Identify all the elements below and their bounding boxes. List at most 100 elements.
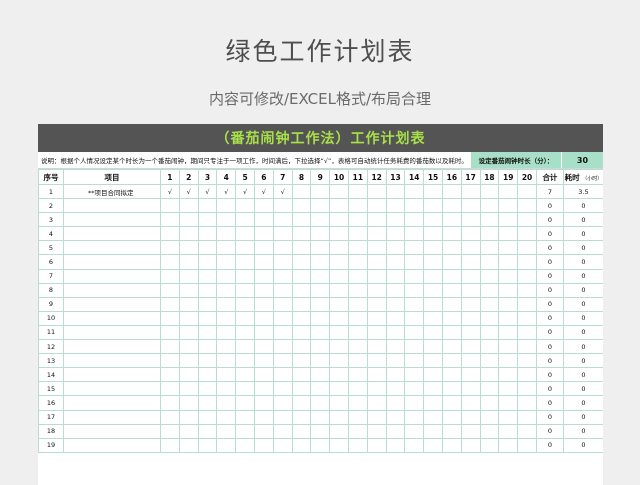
slot-cell[interactable] [272, 268, 293, 284]
slot-cell[interactable] [291, 409, 312, 425]
slot-cell[interactable] [517, 254, 537, 270]
slot-cell[interactable] [291, 437, 312, 453]
slot-cell[interactable] [253, 254, 274, 270]
slot-cell[interactable] [498, 409, 519, 425]
slot-cell[interactable] [517, 183, 537, 200]
slot-cell[interactable] [178, 240, 199, 256]
slot-cell[interactable] [423, 367, 443, 383]
slot-cell[interactable] [197, 437, 218, 453]
row-item-cell[interactable] [63, 409, 161, 425]
slot-cell[interactable] [160, 198, 180, 214]
slot-cell[interactable] [291, 395, 312, 411]
slot-cell[interactable] [347, 268, 368, 284]
slot-cell[interactable] [460, 282, 481, 298]
slot-cell[interactable] [272, 367, 293, 383]
slot-cell[interactable] [441, 254, 462, 270]
slot-cell[interactable] [404, 212, 425, 228]
slot-cell[interactable] [441, 367, 462, 383]
row-item-cell[interactable] [63, 423, 161, 439]
slot-cell[interactable] [216, 226, 237, 242]
slot-cell[interactable] [404, 198, 425, 214]
slot-cell[interactable] [272, 198, 293, 214]
slot-cell[interactable] [423, 296, 443, 312]
slot-cell[interactable] [498, 183, 519, 200]
slot-cell[interactable] [423, 381, 443, 397]
slot-cell[interactable] [291, 339, 312, 355]
slot-cell[interactable] [310, 409, 331, 425]
slot-cell[interactable] [404, 367, 425, 383]
slot-cell[interactable]: √ [253, 183, 274, 200]
slot-cell[interactable] [517, 198, 537, 214]
slot-cell[interactable] [460, 183, 481, 200]
slot-cell[interactable] [479, 367, 500, 383]
slot-cell[interactable] [423, 423, 443, 439]
row-item-cell[interactable] [63, 296, 161, 312]
slot-cell[interactable] [423, 353, 443, 369]
slot-cell[interactable] [197, 381, 218, 397]
slot-cell[interactable] [178, 324, 199, 341]
slot-cell[interactable] [479, 254, 500, 270]
slot-cell[interactable] [385, 353, 406, 369]
slot-cell[interactable] [347, 310, 368, 326]
slot-cell[interactable] [216, 198, 237, 214]
slot-cell[interactable] [216, 367, 237, 383]
slot-cell[interactable] [216, 324, 237, 341]
slot-cell[interactable] [272, 381, 293, 397]
slot-cell[interactable] [441, 353, 462, 369]
slot-cell[interactable] [347, 226, 368, 242]
slot-cell[interactable] [366, 254, 387, 270]
slot-cell[interactable] [160, 339, 180, 355]
slot-cell[interactable] [197, 353, 218, 369]
slot-cell[interactable] [235, 240, 255, 256]
slot-cell[interactable] [272, 310, 293, 326]
slot-cell[interactable] [479, 268, 500, 284]
slot-cell[interactable] [197, 409, 218, 425]
slot-cell[interactable] [385, 423, 406, 439]
slot-cell[interactable] [235, 395, 255, 411]
slot-cell[interactable] [160, 254, 180, 270]
slot-cell[interactable] [329, 296, 349, 312]
slot-cell[interactable] [479, 409, 500, 425]
slot-cell[interactable] [310, 268, 331, 284]
slot-cell[interactable] [517, 282, 537, 298]
slot-cell[interactable] [479, 240, 500, 256]
slot-cell[interactable] [160, 395, 180, 411]
slot-cell[interactable] [160, 381, 180, 397]
slot-cell[interactable] [460, 212, 481, 228]
slot-cell[interactable] [178, 339, 199, 355]
slot-cell[interactable] [329, 268, 349, 284]
slot-cell[interactable] [291, 212, 312, 228]
slot-cell[interactable] [178, 226, 199, 242]
slot-cell[interactable] [517, 395, 537, 411]
slot-cell[interactable] [329, 198, 349, 214]
slot-cell[interactable] [385, 409, 406, 425]
slot-cell[interactable] [366, 212, 387, 228]
slot-cell[interactable] [460, 339, 481, 355]
slot-cell[interactable] [197, 268, 218, 284]
slot-cell[interactable] [216, 339, 237, 355]
slot-cell[interactable] [366, 268, 387, 284]
slot-cell[interactable] [498, 198, 519, 214]
slot-cell[interactable] [178, 395, 199, 411]
slot-cell[interactable] [423, 339, 443, 355]
slot-cell[interactable] [160, 367, 180, 383]
slot-cell[interactable] [253, 381, 274, 397]
slot-cell[interactable] [235, 226, 255, 242]
slot-cell[interactable] [197, 395, 218, 411]
slot-cell[interactable] [272, 437, 293, 453]
slot-cell[interactable] [329, 367, 349, 383]
slot-cell[interactable] [404, 268, 425, 284]
slot-cell[interactable] [366, 423, 387, 439]
slot-cell[interactable] [347, 324, 368, 341]
slot-cell[interactable] [347, 254, 368, 270]
slot-cell[interactable] [385, 395, 406, 411]
slot-cell[interactable] [272, 395, 293, 411]
slot-cell[interactable] [441, 198, 462, 214]
slot-cell[interactable] [291, 324, 312, 341]
slot-cell[interactable] [404, 395, 425, 411]
slot-cell[interactable] [272, 324, 293, 341]
slot-cell[interactable] [498, 268, 519, 284]
slot-cell[interactable] [216, 212, 237, 228]
slot-cell[interactable] [460, 296, 481, 312]
slot-cell[interactable] [423, 254, 443, 270]
